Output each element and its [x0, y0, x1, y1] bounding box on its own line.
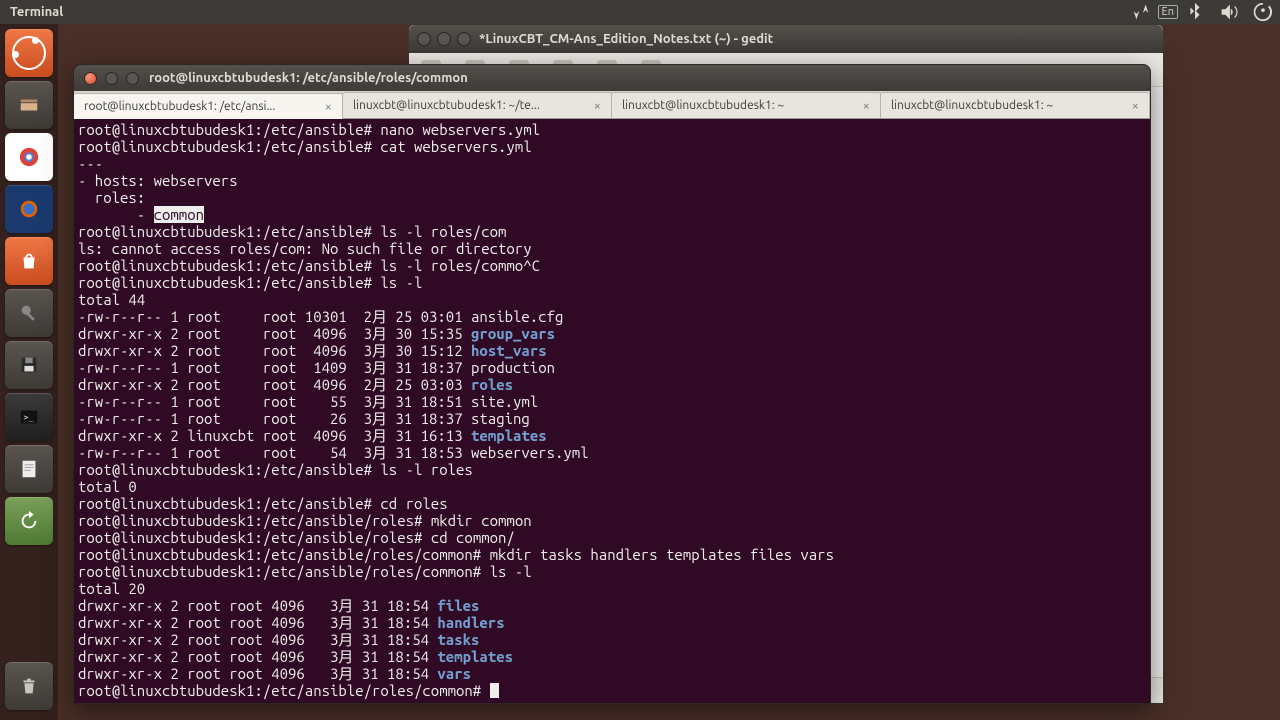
trash-icon [18, 675, 40, 697]
terminal-tab-label: root@linuxcbtubudesk1: /etc/ansi... [84, 100, 275, 113]
terminal-tab[interactable]: linuxcbt@linuxcbtubudesk1: ~/te... × [342, 92, 612, 118]
terminal-line: total 44 [78, 291, 1146, 308]
launcher-terminal[interactable]: >_ [5, 393, 53, 441]
terminal-line: -rw-r--r-- 1 root root 1409 3月 31 18:37 … [78, 359, 1146, 376]
gedit-title: *LinuxCBT_CM-Ans_Edition_Notes.txt (~) -… [479, 32, 773, 46]
terminal-line: root@linuxcbtubudesk1:/etc/ansible# ls -… [78, 461, 1146, 478]
ubuntu-logo-icon [12, 36, 46, 70]
bluetooth-icon[interactable] [1178, 1, 1212, 23]
launcher-software-center[interactable] [5, 237, 53, 285]
network-icon[interactable] [1124, 1, 1158, 23]
gedit-titlebar[interactable]: *LinuxCBT_CM-Ans_Edition_Notes.txt (~) -… [409, 25, 1163, 53]
terminal-min-button[interactable] [105, 72, 118, 85]
terminal-content[interactable]: root@linuxcbtubudesk1:/etc/ansible# nano… [74, 119, 1150, 703]
terminal-line: --- [78, 155, 1146, 172]
terminal-line: root@linuxcbtubudesk1:/etc/ansible# cd r… [78, 495, 1146, 512]
terminal-line: root@linuxcbtubudesk1:/etc/ansible# cat … [78, 138, 1146, 155]
terminal-line: -rw-r--r-- 1 root root 26 3月 31 18:37 st… [78, 410, 1146, 427]
terminal-line: - hosts: webservers [78, 172, 1146, 189]
launcher-files[interactable] [5, 81, 53, 129]
top-menubar: Terminal En [0, 0, 1280, 24]
active-app-name[interactable]: Terminal [0, 5, 73, 19]
terminal-max-button[interactable] [126, 72, 139, 85]
gear-wrench-icon [18, 302, 40, 324]
terminal-icon: >_ [18, 406, 40, 428]
svg-text:>_: >_ [24, 412, 34, 422]
tab-close-icon[interactable]: × [321, 100, 336, 114]
terminal-line: - common [78, 206, 1146, 223]
terminal-line: root@linuxcbtubudesk1:/etc/ansible/roles… [78, 529, 1146, 546]
keyboard-indicator[interactable]: En [1158, 5, 1178, 19]
terminal-line: drwxr-xr-x 2 root root 4096 3月 30 15:35 … [78, 325, 1146, 342]
chrome-icon [18, 146, 40, 168]
terminal-line: root@linuxcbtubudesk1:/etc/ansible/roles… [78, 546, 1146, 563]
gedit-min-button[interactable] [437, 32, 451, 46]
terminal-line: root@linuxcbtubudesk1:/etc/ansible# nano… [78, 121, 1146, 138]
terminal-line: drwxr-xr-x 2 root root 4096 3月 31 18:54 … [78, 597, 1146, 614]
terminal-line: root@linuxcbtubudesk1:/etc/ansible# ls -… [78, 257, 1146, 274]
terminal-line: -rw-r--r-- 1 root root 55 3月 31 18:51 si… [78, 393, 1146, 410]
terminal-line: drwxr-xr-x 2 root root 4096 2月 25 03:03 … [78, 376, 1146, 393]
launcher-firefox[interactable] [5, 185, 53, 233]
floppy-icon [18, 354, 40, 376]
tab-close-icon[interactable]: × [1128, 99, 1143, 113]
launcher-floppy[interactable] [5, 341, 53, 389]
terminal-line: total 0 [78, 478, 1146, 495]
launcher-settings[interactable] [5, 289, 53, 337]
tab-close-icon[interactable]: × [590, 99, 605, 113]
files-icon [18, 94, 40, 116]
terminal-line: drwxr-xr-x 2 root root 4096 3月 31 18:54 … [78, 665, 1146, 682]
terminal-line: drwxr-xr-x 2 root root 4096 3月 31 18:54 … [78, 614, 1146, 631]
terminal-line: root@linuxcbtubudesk1:/etc/ansible# ls -… [78, 223, 1146, 240]
gedit-close-button[interactable] [417, 32, 431, 46]
terminal-titlebar[interactable]: root@linuxcbtubudesk1: /etc/ansible/role… [74, 65, 1150, 91]
tab-close-icon[interactable]: × [859, 99, 874, 113]
terminal-tab-label: linuxcbt@linuxcbtubudesk1: ~/te... [353, 99, 540, 112]
terminal-line: total 20 [78, 580, 1146, 597]
gedit-max-button[interactable] [457, 32, 471, 46]
terminal-tab-label: linuxcbt@linuxcbtubudesk1: ~ [622, 99, 784, 112]
power-icon[interactable] [1246, 1, 1280, 23]
launcher-chrome[interactable] [5, 133, 53, 181]
sound-icon[interactable] [1212, 1, 1246, 23]
launcher-updates[interactable] [5, 497, 53, 545]
terminal-line: root@linuxcbtubudesk1:/etc/ansible# ls -… [78, 274, 1146, 291]
unity-launcher: >_ [0, 24, 58, 720]
terminal-line: drwxr-xr-x 2 root root 4096 3月 31 18:54 … [78, 648, 1146, 665]
terminal-line: root@linuxcbtubudesk1:/etc/ansible/roles… [78, 682, 1146, 699]
terminal-line: roles: [78, 189, 1146, 206]
firefox-icon [18, 198, 40, 220]
bag-icon [18, 250, 40, 272]
terminal-line: root@linuxcbtubudesk1:/etc/ansible/roles… [78, 563, 1146, 580]
terminal-tabs: root@linuxcbtubudesk1: /etc/ansi...×linu… [74, 91, 1150, 119]
terminal-line: -rw-r--r-- 1 root root 54 3月 31 18:53 we… [78, 444, 1146, 461]
terminal-title: root@linuxcbtubudesk1: /etc/ansible/role… [149, 71, 468, 85]
notepad-icon [18, 458, 40, 480]
terminal-close-button[interactable] [84, 72, 97, 85]
terminal-tab[interactable]: linuxcbt@linuxcbtubudesk1: ~ × [611, 92, 881, 118]
terminal-tab[interactable]: root@linuxcbtubudesk1: /etc/ansi... × [73, 93, 343, 119]
terminal-line: drwxr-xr-x 2 root root 4096 3月 31 18:54 … [78, 631, 1146, 648]
launcher-trash[interactable] [5, 662, 53, 710]
terminal-line: drwxr-xr-x 2 root root 4096 3月 30 15:12 … [78, 342, 1146, 359]
update-arrow-icon [18, 510, 40, 532]
terminal-line: drwxr-xr-x 2 linuxcbt root 4096 3月 31 16… [78, 427, 1146, 444]
terminal-line: -rw-r--r-- 1 root root 10301 2月 25 03:01… [78, 308, 1146, 325]
launcher-dash[interactable] [5, 29, 53, 77]
launcher-text-editor[interactable] [5, 445, 53, 493]
terminal-line: ls: cannot access roles/com: No such fil… [78, 240, 1146, 257]
terminal-line: root@linuxcbtubudesk1:/etc/ansible/roles… [78, 512, 1146, 529]
terminal-window[interactable]: root@linuxcbtubudesk1: /etc/ansible/role… [73, 64, 1151, 704]
terminal-tab-label: linuxcbt@linuxcbtubudesk1: ~ [891, 99, 1053, 112]
terminal-tab[interactable]: linuxcbt@linuxcbtubudesk1: ~ × [880, 92, 1150, 118]
